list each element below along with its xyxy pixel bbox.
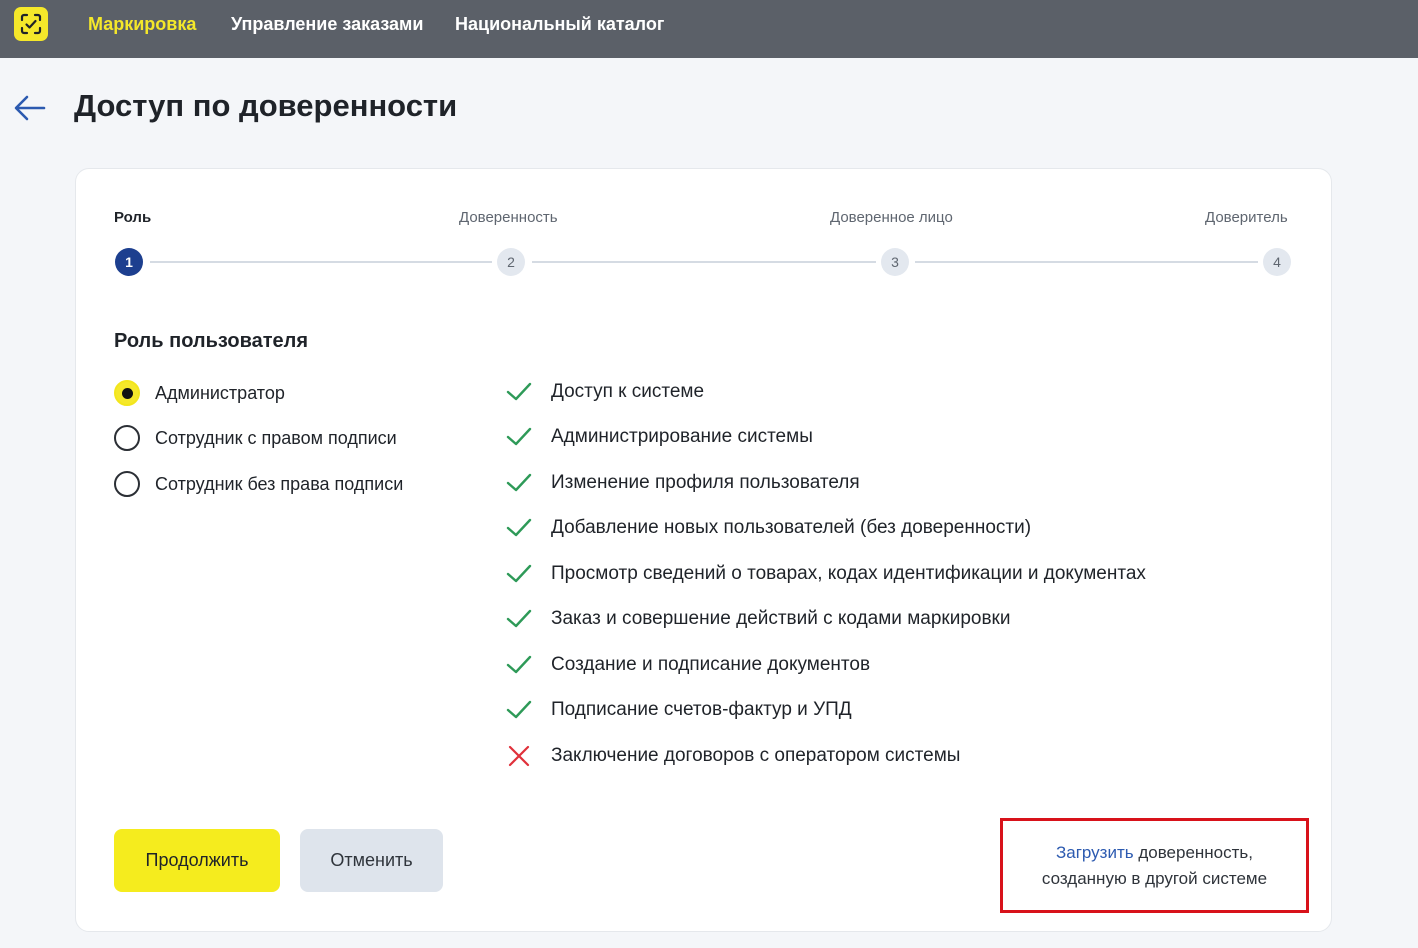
upload-text: доверенность, xyxy=(1133,842,1254,862)
permission-item: Администрирование системы xyxy=(506,426,813,448)
permission-item: Подписание счетов-фактур и УПД xyxy=(506,699,852,721)
step-label-principal: Доверитель xyxy=(1205,209,1288,226)
permission-label: Администрирование системы xyxy=(551,426,813,447)
radio-button-checked[interactable] xyxy=(114,380,140,406)
permission-label: Изменение профиля пользователя xyxy=(551,472,860,493)
nav-item-order-management[interactable]: Управление заказами xyxy=(231,14,423,35)
permission-item: Доступ к системе xyxy=(506,381,704,403)
step-connector xyxy=(150,261,492,263)
permission-item: Заказ и совершение действий с кодами мар… xyxy=(506,608,1010,630)
nav-item-markirovka[interactable]: Маркировка xyxy=(88,14,196,35)
cross-icon xyxy=(508,745,530,767)
nav-item-national-catalog[interactable]: Национальный каталог xyxy=(455,14,664,35)
permission-label: Заказ и совершение действий с кодами мар… xyxy=(551,608,1011,629)
check-icon xyxy=(506,427,532,446)
role-option-signer[interactable]: Сотрудник с правом подписи xyxy=(114,425,397,451)
upload-text-line1: Загрузить доверенность, xyxy=(1056,840,1253,866)
permission-label: Подписание счетов-фактур и УПД xyxy=(551,699,852,720)
back-arrow-icon[interactable] xyxy=(12,92,48,124)
step-connector xyxy=(915,261,1258,263)
step-3-circle: 3 xyxy=(881,248,909,276)
permission-label: Создание и подписание документов xyxy=(551,654,871,675)
permission-label: Просмотр сведений о товарах, кодах идент… xyxy=(551,563,1146,584)
role-option-label: Администратор xyxy=(155,382,285,403)
role-option-non-signer[interactable]: Сотрудник без права подписи xyxy=(114,471,403,497)
radio-button[interactable] xyxy=(114,471,140,497)
role-section-title: Роль пользователя xyxy=(114,330,309,352)
cancel-button[interactable]: Отменить xyxy=(300,829,443,892)
check-icon xyxy=(506,473,532,492)
step-label-poa: Доверенность xyxy=(459,209,558,226)
step-label-role: Роль xyxy=(114,209,152,226)
role-option-label: Сотрудник без права подписи xyxy=(155,473,404,494)
role-option-label: Сотрудник с правом подписи xyxy=(155,427,397,448)
step-label-trustee: Доверенное лицо xyxy=(830,209,953,226)
permission-item: Заключение договоров с оператором систем… xyxy=(506,745,960,767)
permission-label: Доступ к системе xyxy=(551,381,705,402)
step-connector xyxy=(532,261,876,263)
step-4-circle: 4 xyxy=(1263,248,1291,276)
permission-item: Добавление новых пользователей (без дове… xyxy=(506,517,1031,539)
check-icon xyxy=(506,382,532,401)
radio-button[interactable] xyxy=(114,425,140,451)
permission-item: Изменение профиля пользователя xyxy=(506,472,860,494)
permission-item: Просмотр сведений о товарах, кодах идент… xyxy=(506,563,1146,585)
check-icon xyxy=(506,564,532,583)
upload-text-line2: созданную в другой системе xyxy=(1041,868,1268,888)
top-navigation-bar: Маркировка Управление заказами Националь… xyxy=(0,0,1418,58)
role-option-administrator[interactable]: Администратор xyxy=(114,380,285,406)
check-icon xyxy=(506,700,532,719)
check-icon xyxy=(506,518,532,537)
step-1-circle: 1 xyxy=(115,248,143,276)
upload-poa-box: Загрузить доверенность, созданную в друг… xyxy=(1000,818,1309,913)
upload-link[interactable]: Загрузить xyxy=(1056,843,1134,862)
permission-label: Заключение договоров с оператором систем… xyxy=(551,745,961,766)
check-icon xyxy=(506,655,532,674)
step-2-circle: 2 xyxy=(497,248,525,276)
continue-button[interactable]: Продолжить xyxy=(114,829,280,892)
permission-item: Создание и подписание документов xyxy=(506,654,870,676)
check-icon xyxy=(506,609,532,628)
page-title: Доступ по доверенности xyxy=(74,88,458,123)
permission-label: Добавление новых пользователей (без дове… xyxy=(551,517,1032,538)
logo-icon[interactable] xyxy=(14,7,48,41)
